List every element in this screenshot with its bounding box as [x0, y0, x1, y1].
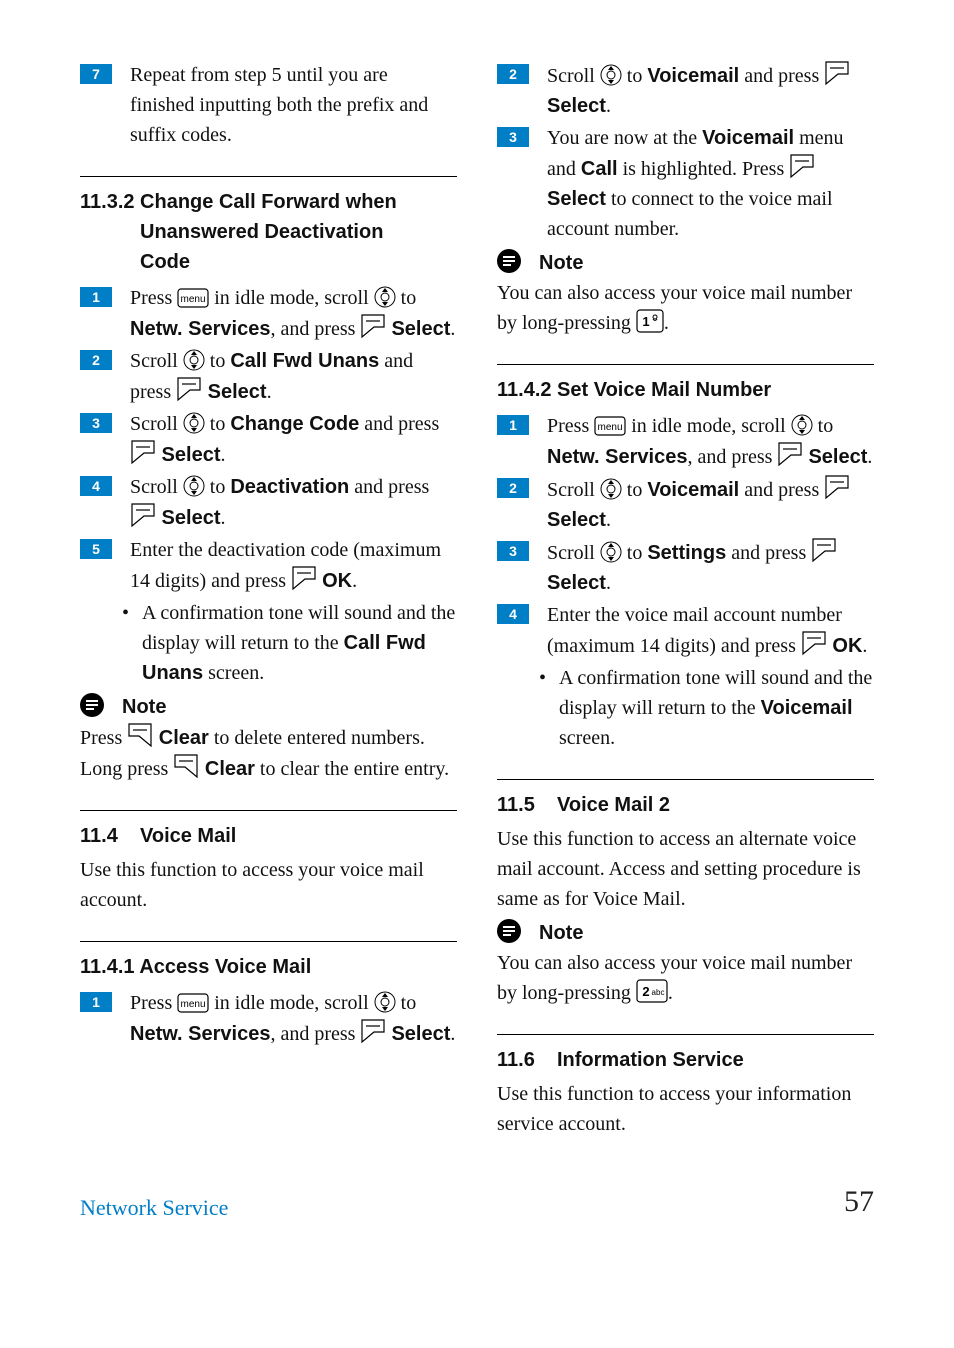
- note-icon: [497, 919, 521, 943]
- footer-section: Network Service: [80, 1191, 228, 1224]
- page-number: 57: [844, 1179, 874, 1224]
- nav-icon: [600, 541, 622, 563]
- step-number: 1: [80, 992, 112, 1012]
- heading-11-4-1: 11.4.1 Access Voice Mail: [80, 952, 457, 982]
- step-1: 1 Press in idle mode, scroll to Netw. Se…: [80, 283, 457, 344]
- divider: [80, 176, 457, 177]
- menu-key-icon: [594, 416, 626, 436]
- divider: [497, 779, 874, 780]
- step-number: 1: [80, 287, 112, 307]
- softkey-left-icon: [291, 565, 317, 591]
- page-footer: Network Service 57: [80, 1179, 874, 1224]
- step-text: Repeat from step 5 until you are finishe…: [130, 60, 457, 150]
- nav-icon: [791, 414, 813, 436]
- softkey-left-icon: [360, 1018, 386, 1044]
- bullet: • A confirmation tone will sound and the…: [122, 598, 457, 688]
- nav-icon: [374, 286, 396, 308]
- heading-11-4: 11.4 Voice Mail: [80, 821, 457, 851]
- para-11-4: Use this function to access your voice m…: [80, 855, 457, 915]
- key-2-icon: [636, 979, 668, 1003]
- step-4: 4 Scroll to Deactivation and press Selec…: [80, 472, 457, 533]
- note-heading: Note: [497, 248, 874, 278]
- heading-11-6: 11.6 Information Service: [497, 1045, 874, 1075]
- softkey-right-icon: [127, 722, 153, 748]
- nav-icon: [600, 64, 622, 86]
- softkey-left-icon: [801, 630, 827, 656]
- step-number: 4: [80, 476, 112, 496]
- step-5: 5 Enter the deactivation code (maximum 1…: [80, 535, 457, 596]
- note-body: You can also access your voice mail numb…: [497, 278, 874, 338]
- step-2: 2 Scroll to Voicemail and press Select.: [497, 60, 874, 121]
- step-number: 2: [497, 64, 529, 84]
- note-icon: [497, 249, 521, 273]
- step-1: 1 Press in idle mode, scroll to Netw. Se…: [80, 988, 457, 1049]
- softkey-left-icon: [824, 474, 850, 500]
- right-column: 2 Scroll to Voicemail and press Select. …: [497, 60, 874, 1139]
- step-2: 2 Scroll to Call Fwd Unans and press Sel…: [80, 346, 457, 407]
- softkey-left-icon: [130, 502, 156, 528]
- para-11-5: Use this function to access an alternate…: [497, 824, 874, 914]
- step-number: 3: [80, 413, 112, 433]
- key-1-icon: [636, 309, 664, 333]
- step-3: 3 You are now at the Voicemail menu and …: [497, 123, 874, 244]
- nav-icon: [374, 991, 396, 1013]
- bullet: • A confirmation tone will sound and the…: [539, 663, 874, 753]
- step-3: 3 Scroll to Settings and press Select.: [497, 537, 874, 598]
- heading-11-5: 11.5 Voice Mail 2: [497, 790, 874, 820]
- step-number: 2: [497, 478, 529, 498]
- step-4: 4 Enter the voice mail account number (m…: [497, 600, 874, 661]
- divider: [497, 364, 874, 365]
- softkey-left-icon: [360, 313, 386, 339]
- step-2: 2 Scroll to Voicemail and press Select.: [497, 474, 874, 535]
- softkey-left-icon: [130, 439, 156, 465]
- note-heading: Note: [80, 692, 457, 722]
- note-body: Press Clear to delete entered numbers. L…: [80, 722, 457, 784]
- divider: [497, 1034, 874, 1035]
- softkey-left-icon: [824, 60, 850, 86]
- step-number: 3: [497, 541, 529, 561]
- softkey-right-icon: [173, 753, 199, 779]
- heading-11-3-2: 11.3.2 Change Call Forward when Unanswer…: [80, 187, 457, 277]
- heading-11-4-2: 11.4.2 Set Voice Mail Number: [497, 375, 874, 405]
- left-column: 7 Repeat from step 5 until you are finis…: [80, 60, 457, 1139]
- step-3: 3 Scroll to Change Code and press Select…: [80, 409, 457, 470]
- softkey-left-icon: [789, 153, 815, 179]
- step-1: 1 Press in idle mode, scroll to Netw. Se…: [497, 411, 874, 472]
- note-body: You can also access your voice mail numb…: [497, 948, 874, 1008]
- nav-icon: [183, 412, 205, 434]
- nav-icon: [600, 478, 622, 500]
- menu-key-icon: [177, 993, 209, 1013]
- note-icon: [80, 693, 104, 717]
- divider: [80, 941, 457, 942]
- menu-key-icon: [177, 288, 209, 308]
- step-number: 3: [497, 127, 529, 147]
- softkey-left-icon: [176, 376, 202, 402]
- softkey-left-icon: [777, 441, 803, 467]
- content-columns: 7 Repeat from step 5 until you are finis…: [80, 60, 874, 1139]
- para-11-6: Use this function to access your informa…: [497, 1079, 874, 1139]
- step-number: 7: [80, 64, 112, 84]
- softkey-left-icon: [811, 537, 837, 563]
- note-heading: Note: [497, 918, 874, 948]
- step-7: 7 Repeat from step 5 until you are finis…: [80, 60, 457, 150]
- step-number: 2: [80, 350, 112, 370]
- nav-icon: [183, 349, 205, 371]
- nav-icon: [183, 475, 205, 497]
- divider: [80, 810, 457, 811]
- step-number: 1: [497, 415, 529, 435]
- step-number: 5: [80, 539, 112, 559]
- step-number: 4: [497, 604, 529, 624]
